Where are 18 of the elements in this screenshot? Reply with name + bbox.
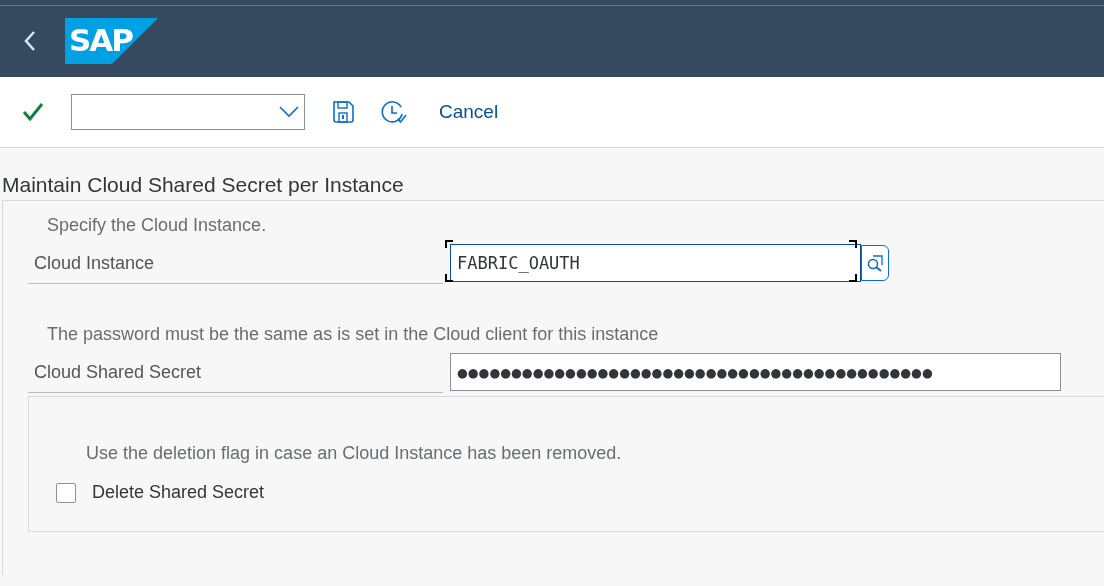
checkbox[interactable] xyxy=(56,482,76,503)
clock-check-icon[interactable] xyxy=(381,99,407,125)
page-title: Maintain Cloud Shared Secret per Instance xyxy=(1,172,405,198)
command-field[interactable] xyxy=(71,94,305,130)
hint-text: The password must be the same as is set in the Cloud client for this instance xyxy=(46,324,660,346)
checkmark-icon[interactable] xyxy=(22,101,44,123)
hint-text: Specify the Cloud Instance. xyxy=(46,215,268,237)
hint-text: Use the deletion flag in case an Cloud Instance has been removed. xyxy=(85,443,623,464)
focus-brackets-icon xyxy=(445,240,857,282)
cancel-button[interactable]: Cancel xyxy=(427,97,511,127)
checkbox-label[interactable]: Delete Shared Secret xyxy=(92,482,265,503)
field-label: Cloud Instance xyxy=(33,252,156,274)
instance-field[interactable]: FABRIC_OAUTH xyxy=(450,244,861,282)
secret-field[interactable]: ●●●●●●●●●●●●●●●●●●●●●●●●●●●●●●●●●●●●●●●●●●●● xyxy=(450,353,1061,391)
value-help-button[interactable] xyxy=(861,245,889,281)
chevron-down-icon[interactable] xyxy=(279,106,299,118)
field-label: Cloud Shared Secret xyxy=(33,361,203,383)
search-icon xyxy=(866,254,884,272)
